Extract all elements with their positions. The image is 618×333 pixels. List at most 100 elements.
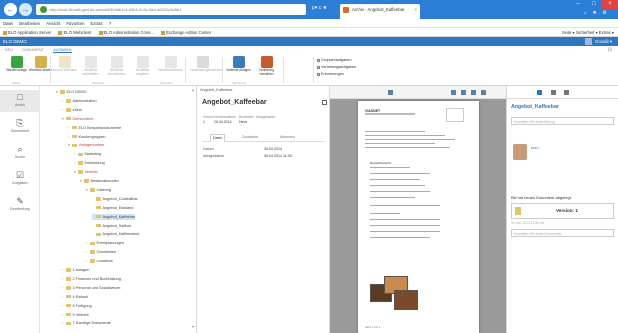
tree-node[interactable]: › Intern — [62, 107, 82, 114]
post-input[interactable]: Schreiben Sie einen Beitrag — [511, 117, 614, 125]
menu-datei[interactable]: Datei — [3, 21, 13, 26]
page-icon[interactable] — [451, 90, 456, 95]
user-menu[interactable]: Donalit ▾ — [585, 37, 612, 46]
sidebar-item[interactable]: ✎ Bearbeitung — [0, 194, 40, 216]
page-icon[interactable] — [481, 90, 486, 95]
page-section-heading: Bestellübersicht — [370, 161, 392, 165]
menu-bearbeiten[interactable]: Bearbeiten — [19, 21, 40, 26]
address-tools[interactable]: ρ▾ c ★ — [312, 5, 327, 11]
tree-node[interactable]: › Administration — [62, 98, 97, 105]
tree-node[interactable]: › Eventplanungen — [86, 240, 124, 247]
ribbon-button[interactable]: Ad-hoc Workflow — [52, 56, 77, 80]
edit-icon[interactable] — [322, 100, 327, 105]
tree-node[interactable]: › Locations — [86, 258, 113, 265]
tree-node[interactable]: ▾ ELO DEMO — [56, 89, 87, 96]
field-value-ablagedatum[interactable]: 30.04.2014 11:30 — [264, 154, 292, 158]
folder-icon — [96, 223, 101, 228]
version-card[interactable]: Version: 1 — [511, 203, 614, 219]
sidebar-item[interactable]: ⌕ Suche — [0, 142, 40, 164]
tree-node[interactable]: › Marketing — [74, 151, 101, 158]
favorite-link[interactable]: Exchange Admin Center — [160, 30, 211, 35]
menu-favoriten[interactable]: Favoriten — [66, 21, 84, 26]
tab-dokument[interactable]: DOKUMENT — [22, 48, 44, 52]
tree-node[interactable]: › 2 Finanzen und Buchhaltung — [62, 276, 121, 283]
close-window-button[interactable]: × — [602, 0, 618, 9]
tree-node[interactable]: › Kundengruppen — [68, 134, 106, 141]
favorite-icon — [58, 30, 63, 35]
ribbon-button[interactable]: Wiedervorlage — [4, 56, 29, 80]
ribbon-button[interactable]: Verlinkte Ablagen — [226, 56, 251, 80]
maximize-button[interactable]: □ — [586, 0, 602, 9]
tree-node[interactable]: › 6 Vertrieb — [62, 312, 89, 319]
tree-node[interactable]: › ELO Beispielsdokumente — [68, 125, 121, 132]
preview-tool-icon[interactable] — [388, 90, 393, 95]
favorite-link[interactable]: ELO Webclient — [58, 30, 91, 35]
sidebar-item[interactable]: ⎘ Klemmbrett — [0, 116, 40, 138]
tab-ablennen[interactable]: Ablennen — [278, 134, 297, 140]
ribbon-checkbox[interactable]: Erinnerungen — [317, 72, 344, 76]
tab-auswahl[interactable]: AUSWAHL — [53, 48, 72, 53]
tree-node[interactable]: ▾ Catering — [86, 187, 111, 194]
minimize-button[interactable]: – — [570, 0, 586, 9]
ribbon-button[interactable]: Verlinkung herstellen — [254, 56, 279, 80]
menu-help[interactable]: ? — [109, 21, 111, 26]
tree-node[interactable]: ▾ Bestandskunden — [80, 178, 119, 185]
back-button[interactable]: ← — [4, 3, 17, 16]
tree-node[interactable]: › 5 Fertigung — [62, 303, 92, 310]
tree-node[interactable]: ▾ Vertrieb — [74, 169, 98, 176]
tab-zusatztext[interactable]: Zusatztext — [240, 134, 260, 140]
page-text-line — [370, 185, 425, 187]
browser-tools-icons[interactable]: ⌂ ★ ⚙ — [584, 10, 609, 16]
comment-input[interactable]: Schreiben Sie einen Kommentar — [511, 229, 614, 237]
sidebar-label: Suche — [14, 155, 26, 159]
forward-button[interactable]: → — [19, 3, 32, 16]
info-icon[interactable] — [551, 90, 556, 95]
history-icon[interactable] — [564, 90, 569, 95]
ribbon-button[interactable]: Verwendungsnachweis — [190, 56, 223, 80]
tree-node[interactable]: ▾ Demoordner — [62, 116, 94, 123]
tree-node[interactable]: › Checklisten — [86, 249, 116, 256]
tree-node[interactable]: › 4 Einkauf — [62, 294, 88, 301]
tree-node[interactable]: Angebot_Saftbar — [92, 223, 131, 230]
tree-node[interactable]: › Entwicklung — [74, 160, 105, 167]
page-icon[interactable] — [461, 90, 466, 95]
menu-ansicht[interactable]: Ansicht — [46, 21, 60, 26]
url-text[interactable]: http://eloit-fill.web-ged.de.portal/#/3b… — [50, 7, 181, 12]
tab-neu[interactable]: NEU — [5, 48, 13, 52]
ribbon-checkbox[interactable]: Gruppenaufgaben — [317, 58, 352, 62]
folder-icon — [78, 170, 83, 174]
ribbon-checkbox[interactable]: Vertretungsaufgaben — [317, 65, 356, 69]
tree-node[interactable]: › 1 Anlagen — [62, 267, 89, 274]
folder-icon — [90, 241, 95, 246]
tab-close-icon[interactable]: × — [414, 4, 417, 16]
favorite-icon — [3, 30, 7, 35]
tree-node[interactable]: › 7 Sonstige Dokumente — [62, 320, 111, 327]
sidebar-item[interactable]: ☑ Aufgaben — [0, 168, 40, 190]
address-bar[interactable]: http://eloit-fill.web-ged.de.portal/#/3b… — [36, 4, 306, 15]
tree-node[interactable]: Angebot_Eisstand — [92, 205, 133, 212]
scroll-up-icon[interactable]: ▴ — [192, 87, 194, 92]
ribbon-button[interactable]: Workflow abgeben — [130, 56, 155, 80]
tree-node[interactable]: ▾ Vorlagenordner — [68, 142, 104, 149]
feed-icon[interactable] — [537, 90, 542, 95]
field-value-datum[interactable]: 30.04.2014 — [264, 147, 282, 151]
feed-author[interactable]: EMILY — [531, 146, 540, 150]
tree-node[interactable]: Angebot_Kaffeestand — [92, 231, 139, 238]
pin-icon[interactable]: ⊟ — [608, 46, 612, 54]
ribbon-button[interactable]: Workflow weiterleiten — [78, 56, 103, 80]
ribbon-button[interactable]: Workflowabbruch — [158, 56, 183, 80]
scroll-down-icon[interactable]: ▾ — [192, 324, 194, 329]
ribbon-button[interactable]: Workflow übernehmen — [104, 56, 129, 80]
menu-extras[interactable]: Extras — [91, 21, 103, 26]
tree-node[interactable]: › 3 Personal und Sozialwesen — [62, 285, 120, 292]
browser-tab[interactable]: Archiv - Angebot_Kaffeebar × — [340, 4, 420, 19]
tab-daten[interactable]: Daten — [210, 134, 226, 142]
page-icon[interactable] — [471, 90, 476, 95]
tree-node[interactable]: Angebot_Cocktailbar — [92, 196, 138, 203]
tree-node[interactable]: Angebot_Kaffeebar — [92, 213, 136, 221]
preview-page[interactable]: VIASNET Bestellübersicht Seite 1 von 1 — [358, 101, 479, 333]
command-bar-tools[interactable]: Seite ▾ Sicherheit ▾ Extras ▾ — [562, 28, 614, 37]
favorite-link[interactable]: ELO Application Server — [3, 30, 51, 35]
sidebar-item[interactable]: □ Archiv — [0, 90, 40, 112]
favorite-link[interactable]: ELO Administration Cons... — [98, 30, 154, 35]
